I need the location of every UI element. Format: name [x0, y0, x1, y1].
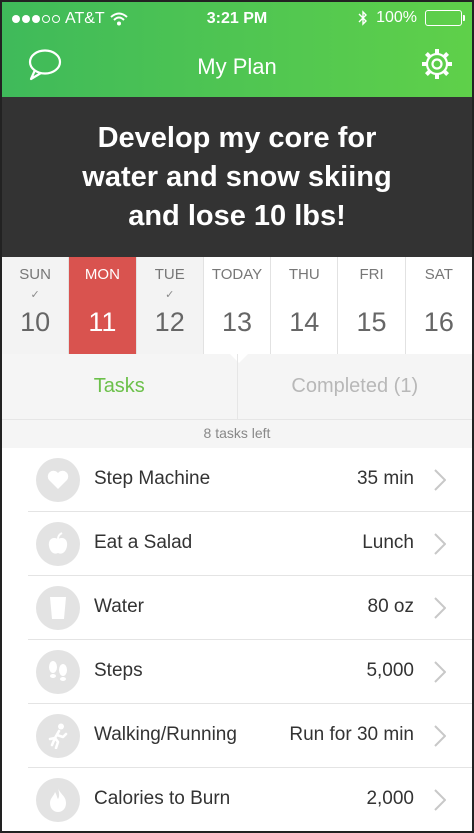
task-value: 5,000 — [366, 660, 414, 681]
day-number: 16 — [423, 307, 454, 337]
task-row-water[interactable]: Water 80 oz — [28, 576, 472, 640]
day-name: FRI — [359, 266, 384, 283]
app-header: AT&T 3:21 PM 100% My Plan — [2, 2, 472, 97]
task-value: 2,000 — [366, 788, 414, 809]
day-sun[interactable]: SUN ✓ 10 — [2, 257, 70, 354]
heart-icon — [36, 458, 80, 502]
day-sat[interactable]: SAT 16 — [405, 257, 472, 354]
day-name: SAT — [424, 266, 453, 283]
gear-icon[interactable] — [420, 47, 454, 86]
task-value: 80 oz — [367, 596, 414, 617]
tab-completed[interactable]: Completed (1) — [236, 354, 473, 419]
task-name: Walking/Running — [94, 724, 237, 745]
task-row-eat-salad[interactable]: Eat a Salad Lunch — [28, 512, 472, 576]
tasks-left-count: 8 tasks left — [2, 420, 472, 448]
battery-icon — [425, 10, 465, 26]
task-list: Step Machine 35 min Eat a Salad Lunch Wa… — [2, 448, 472, 831]
day-name: SUN — [19, 266, 51, 283]
day-name: TUE — [154, 266, 185, 283]
task-row-walking-running[interactable]: Walking/Running Run for 30 min — [28, 704, 472, 768]
day-number: 13 — [221, 307, 252, 337]
status-right: 100% — [358, 9, 465, 27]
day-today[interactable]: TODAY 13 — [203, 257, 272, 354]
chevron-right-icon — [434, 533, 447, 560]
chevron-right-icon — [434, 469, 447, 496]
chevron-right-icon — [434, 661, 447, 688]
task-name: Calories to Burn — [94, 788, 231, 809]
chevron-right-icon — [434, 597, 447, 624]
check-icon: ✓ — [30, 289, 40, 301]
goal-text: Develop my core for water and snow skiin… — [82, 121, 392, 232]
task-tabs: Tasks Completed (1) — [2, 353, 473, 420]
flame-icon — [36, 778, 80, 822]
day-name: TODAY — [211, 266, 263, 283]
day-number: 14 — [289, 307, 320, 337]
goal-banner: Develop my core for water and snow skiin… — [2, 97, 472, 257]
phone-screen: AT&T 3:21 PM 100% My Plan Develop my cor… — [0, 0, 474, 833]
page-title: My Plan — [197, 54, 277, 79]
bluetooth-icon — [358, 10, 368, 26]
apple-icon — [36, 522, 80, 566]
battery-percent: 100% — [376, 9, 417, 26]
day-number: 11 — [88, 307, 117, 337]
task-name: Steps — [94, 660, 143, 681]
status-bar: AT&T 3:21 PM 100% — [2, 2, 472, 38]
chevron-right-icon — [434, 789, 447, 816]
footprints-icon — [36, 650, 80, 694]
glass-icon — [36, 586, 80, 630]
day-fri[interactable]: FRI 15 — [338, 257, 406, 354]
task-name: Step Machine — [94, 468, 211, 489]
day-name: THU — [288, 266, 320, 283]
task-row-step-machine[interactable]: Step Machine 35 min — [28, 448, 472, 512]
task-value: Run for 30 min — [289, 724, 414, 745]
day-number: 12 — [154, 307, 185, 337]
task-value: 35 min — [356, 468, 414, 489]
day-thu[interactable]: THU 14 — [271, 257, 339, 354]
task-row-calories[interactable]: Calories to Burn 2,000 — [28, 768, 472, 831]
day-tue[interactable]: TUE ✓ 12 — [137, 257, 204, 354]
chevron-right-icon — [434, 725, 447, 752]
day-number: 10 — [20, 307, 51, 337]
task-value: Lunch — [362, 532, 414, 553]
day-number: 15 — [356, 307, 387, 337]
task-name: Water — [94, 596, 144, 617]
week-selector: SUN ✓ 10 MON 11 TUE ✓ 12 TODAY 13 THU 14… — [2, 257, 472, 354]
task-name: Eat a Salad — [94, 532, 193, 553]
tab-tasks[interactable]: Tasks — [2, 354, 237, 419]
nav-bar: My Plan — [2, 38, 472, 97]
day-mon[interactable]: MON 11 — [69, 257, 137, 354]
task-row-steps[interactable]: Steps 5,000 — [28, 640, 472, 704]
runner-icon — [36, 714, 80, 758]
check-icon: ✓ — [165, 289, 175, 301]
day-name: MON — [84, 266, 120, 283]
